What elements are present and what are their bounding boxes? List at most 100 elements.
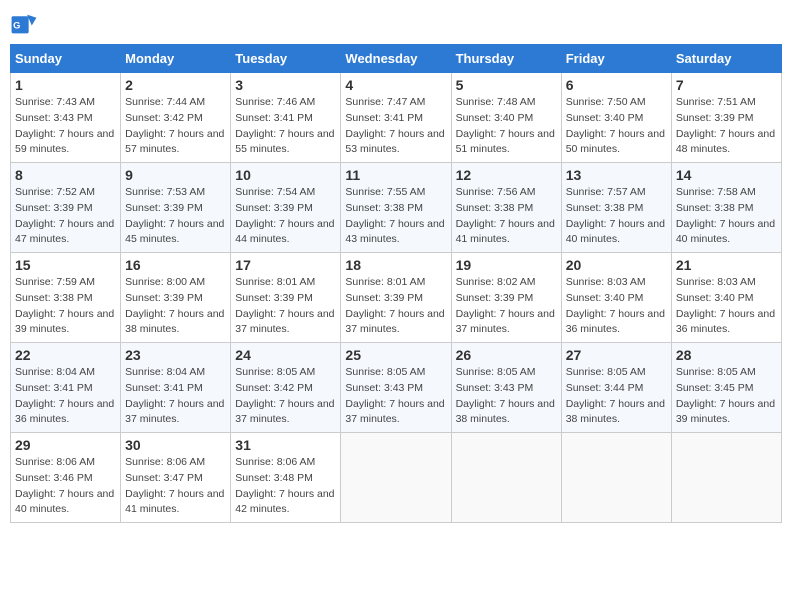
day-detail: Sunrise: 8:05 AM Sunset: 3:42 PM Dayligh… <box>235 365 336 428</box>
day-detail: Sunrise: 7:43 AM Sunset: 3:43 PM Dayligh… <box>15 95 116 158</box>
day-detail: Sunrise: 7:53 AM Sunset: 3:39 PM Dayligh… <box>125 185 226 248</box>
day-detail: Sunrise: 7:44 AM Sunset: 3:42 PM Dayligh… <box>125 95 226 158</box>
day-detail: Sunrise: 7:55 AM Sunset: 3:38 PM Dayligh… <box>345 185 446 248</box>
day-number: 25 <box>345 347 446 363</box>
day-number: 27 <box>566 347 667 363</box>
calendar-cell: 28 Sunrise: 8:05 AM Sunset: 3:45 PM Dayl… <box>671 343 781 433</box>
day-number: 5 <box>456 77 557 93</box>
day-detail: Sunrise: 7:47 AM Sunset: 3:41 PM Dayligh… <box>345 95 446 158</box>
calendar-cell: 11 Sunrise: 7:55 AM Sunset: 3:38 PM Dayl… <box>341 163 451 253</box>
day-number: 8 <box>15 167 116 183</box>
calendar-cell: 25 Sunrise: 8:05 AM Sunset: 3:43 PM Dayl… <box>341 343 451 433</box>
calendar-cell: 7 Sunrise: 7:51 AM Sunset: 3:39 PM Dayli… <box>671 73 781 163</box>
weekday-header-sunday: Sunday <box>11 45 121 73</box>
calendar-cell: 17 Sunrise: 8:01 AM Sunset: 3:39 PM Dayl… <box>231 253 341 343</box>
day-number: 16 <box>125 257 226 273</box>
calendar-cell: 1 Sunrise: 7:43 AM Sunset: 3:43 PM Dayli… <box>11 73 121 163</box>
calendar-cell: 12 Sunrise: 7:56 AM Sunset: 3:38 PM Dayl… <box>451 163 561 253</box>
day-number: 10 <box>235 167 336 183</box>
day-number: 14 <box>676 167 777 183</box>
calendar-cell: 8 Sunrise: 7:52 AM Sunset: 3:39 PM Dayli… <box>11 163 121 253</box>
calendar-cell: 16 Sunrise: 8:00 AM Sunset: 3:39 PM Dayl… <box>121 253 231 343</box>
day-detail: Sunrise: 8:01 AM Sunset: 3:39 PM Dayligh… <box>345 275 446 338</box>
day-number: 6 <box>566 77 667 93</box>
day-detail: Sunrise: 8:06 AM Sunset: 3:46 PM Dayligh… <box>15 455 116 518</box>
day-number: 3 <box>235 77 336 93</box>
page-header: G <box>10 10 782 38</box>
logo: G <box>10 10 42 38</box>
svg-text:G: G <box>13 21 20 31</box>
calendar-cell: 31 Sunrise: 8:06 AM Sunset: 3:48 PM Dayl… <box>231 433 341 523</box>
calendar-cell: 4 Sunrise: 7:47 AM Sunset: 3:41 PM Dayli… <box>341 73 451 163</box>
day-number: 19 <box>456 257 557 273</box>
calendar-cell <box>561 433 671 523</box>
day-detail: Sunrise: 7:57 AM Sunset: 3:38 PM Dayligh… <box>566 185 667 248</box>
day-number: 20 <box>566 257 667 273</box>
calendar-cell: 27 Sunrise: 8:05 AM Sunset: 3:44 PM Dayl… <box>561 343 671 433</box>
weekday-header-tuesday: Tuesday <box>231 45 341 73</box>
day-number: 13 <box>566 167 667 183</box>
calendar-cell: 10 Sunrise: 7:54 AM Sunset: 3:39 PM Dayl… <box>231 163 341 253</box>
weekday-header-wednesday: Wednesday <box>341 45 451 73</box>
day-detail: Sunrise: 7:58 AM Sunset: 3:38 PM Dayligh… <box>676 185 777 248</box>
day-detail: Sunrise: 7:59 AM Sunset: 3:38 PM Dayligh… <box>15 275 116 338</box>
day-detail: Sunrise: 8:00 AM Sunset: 3:39 PM Dayligh… <box>125 275 226 338</box>
calendar-cell: 18 Sunrise: 8:01 AM Sunset: 3:39 PM Dayl… <box>341 253 451 343</box>
weekday-header-monday: Monday <box>121 45 231 73</box>
weekday-header-saturday: Saturday <box>671 45 781 73</box>
calendar-cell: 9 Sunrise: 7:53 AM Sunset: 3:39 PM Dayli… <box>121 163 231 253</box>
day-number: 11 <box>345 167 446 183</box>
logo-icon: G <box>10 10 38 38</box>
day-number: 12 <box>456 167 557 183</box>
day-number: 1 <box>15 77 116 93</box>
calendar-cell: 26 Sunrise: 8:05 AM Sunset: 3:43 PM Dayl… <box>451 343 561 433</box>
weekday-header-friday: Friday <box>561 45 671 73</box>
day-detail: Sunrise: 8:05 AM Sunset: 3:43 PM Dayligh… <box>456 365 557 428</box>
day-number: 29 <box>15 437 116 453</box>
day-number: 30 <box>125 437 226 453</box>
calendar-cell: 6 Sunrise: 7:50 AM Sunset: 3:40 PM Dayli… <box>561 73 671 163</box>
day-number: 4 <box>345 77 446 93</box>
calendar-cell: 24 Sunrise: 8:05 AM Sunset: 3:42 PM Dayl… <box>231 343 341 433</box>
calendar-cell: 14 Sunrise: 7:58 AM Sunset: 3:38 PM Dayl… <box>671 163 781 253</box>
day-number: 22 <box>15 347 116 363</box>
calendar-cell: 19 Sunrise: 8:02 AM Sunset: 3:39 PM Dayl… <box>451 253 561 343</box>
calendar-cell: 2 Sunrise: 7:44 AM Sunset: 3:42 PM Dayli… <box>121 73 231 163</box>
calendar-cell <box>451 433 561 523</box>
day-detail: Sunrise: 8:05 AM Sunset: 3:45 PM Dayligh… <box>676 365 777 428</box>
calendar-cell: 15 Sunrise: 7:59 AM Sunset: 3:38 PM Dayl… <box>11 253 121 343</box>
day-detail: Sunrise: 7:46 AM Sunset: 3:41 PM Dayligh… <box>235 95 336 158</box>
day-detail: Sunrise: 7:48 AM Sunset: 3:40 PM Dayligh… <box>456 95 557 158</box>
day-detail: Sunrise: 8:05 AM Sunset: 3:43 PM Dayligh… <box>345 365 446 428</box>
day-number: 17 <box>235 257 336 273</box>
day-number: 2 <box>125 77 226 93</box>
day-number: 7 <box>676 77 777 93</box>
day-detail: Sunrise: 7:52 AM Sunset: 3:39 PM Dayligh… <box>15 185 116 248</box>
day-detail: Sunrise: 8:02 AM Sunset: 3:39 PM Dayligh… <box>456 275 557 338</box>
day-number: 23 <box>125 347 226 363</box>
day-detail: Sunrise: 7:50 AM Sunset: 3:40 PM Dayligh… <box>566 95 667 158</box>
day-number: 24 <box>235 347 336 363</box>
day-number: 28 <box>676 347 777 363</box>
calendar-cell: 22 Sunrise: 8:04 AM Sunset: 3:41 PM Dayl… <box>11 343 121 433</box>
calendar-cell: 29 Sunrise: 8:06 AM Sunset: 3:46 PM Dayl… <box>11 433 121 523</box>
calendar-cell: 23 Sunrise: 8:04 AM Sunset: 3:41 PM Dayl… <box>121 343 231 433</box>
calendar-cell: 21 Sunrise: 8:03 AM Sunset: 3:40 PM Dayl… <box>671 253 781 343</box>
day-number: 26 <box>456 347 557 363</box>
day-detail: Sunrise: 8:06 AM Sunset: 3:47 PM Dayligh… <box>125 455 226 518</box>
calendar-cell: 5 Sunrise: 7:48 AM Sunset: 3:40 PM Dayli… <box>451 73 561 163</box>
day-number: 31 <box>235 437 336 453</box>
day-detail: Sunrise: 7:56 AM Sunset: 3:38 PM Dayligh… <box>456 185 557 248</box>
day-number: 21 <box>676 257 777 273</box>
day-detail: Sunrise: 8:04 AM Sunset: 3:41 PM Dayligh… <box>125 365 226 428</box>
day-detail: Sunrise: 7:51 AM Sunset: 3:39 PM Dayligh… <box>676 95 777 158</box>
weekday-header-thursday: Thursday <box>451 45 561 73</box>
day-detail: Sunrise: 8:06 AM Sunset: 3:48 PM Dayligh… <box>235 455 336 518</box>
day-detail: Sunrise: 8:01 AM Sunset: 3:39 PM Dayligh… <box>235 275 336 338</box>
calendar-cell <box>341 433 451 523</box>
calendar-cell: 3 Sunrise: 7:46 AM Sunset: 3:41 PM Dayli… <box>231 73 341 163</box>
day-number: 18 <box>345 257 446 273</box>
day-detail: Sunrise: 8:04 AM Sunset: 3:41 PM Dayligh… <box>15 365 116 428</box>
day-detail: Sunrise: 8:03 AM Sunset: 3:40 PM Dayligh… <box>676 275 777 338</box>
day-detail: Sunrise: 8:05 AM Sunset: 3:44 PM Dayligh… <box>566 365 667 428</box>
